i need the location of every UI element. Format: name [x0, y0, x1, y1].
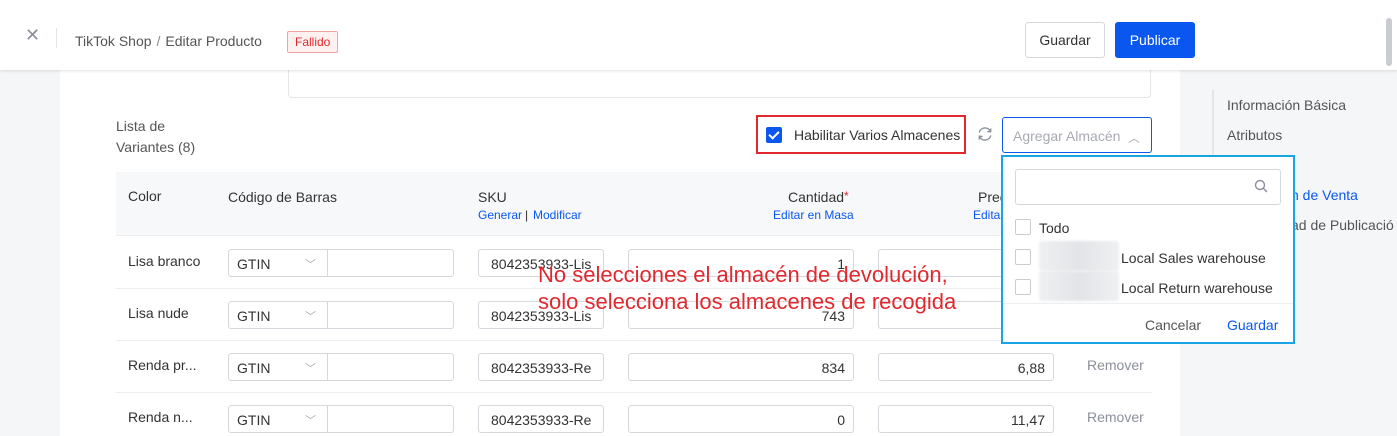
- annotation-text: No selecciones el almacén de devolución,…: [538, 261, 956, 315]
- barcode-type-value: GTIN: [237, 256, 271, 272]
- barcode-field[interactable]: GTIN ﹀: [228, 249, 454, 277]
- nav-item-publishing[interactable]: ad de Publicació: [1291, 217, 1394, 233]
- barcode-field[interactable]: GTIN ﹀: [228, 405, 454, 433]
- publish-button[interactable]: Publicar: [1115, 22, 1195, 58]
- quantity-input[interactable]: 0: [628, 405, 854, 433]
- top-bar: ✕ TikTok Shop / Editar Producto Fallido Gu…: [0, 0, 1397, 70]
- chevron-down-icon: ﹀: [305, 415, 316, 427]
- option-label: Local Sales warehouse: [1121, 250, 1266, 266]
- chevron-down-icon: ﹀: [305, 259, 316, 271]
- variant-color: Renda pr...: [128, 357, 197, 373]
- sku-input[interactable]: 8042353933-Re: [478, 353, 604, 381]
- sku-generate-link[interactable]: Generar: [478, 208, 522, 222]
- dropdown-footer: Cancelar Guardar: [1003, 303, 1293, 344]
- divider: [56, 28, 57, 48]
- option-label: Local Return warehouse: [1121, 280, 1273, 296]
- barcode-type-value: GTIN: [237, 360, 271, 376]
- remove-button[interactable]: Remover: [1087, 409, 1144, 425]
- nav-item-attributes[interactable]: Atributos: [1227, 127, 1282, 143]
- barcode-type-value: GTIN: [237, 308, 271, 324]
- multi-warehouse-label: Habilitar Varios Almacenes: [794, 127, 961, 143]
- col-quantity: Cantidad*: [788, 189, 849, 205]
- nav-item-basic-info[interactable]: Información Básica: [1227, 97, 1346, 113]
- breadcrumb-parent[interactable]: TikTok Shop: [75, 33, 152, 49]
- variant-color: Renda n...: [128, 409, 193, 425]
- checkbox[interactable]: [1015, 219, 1031, 235]
- refresh-icon[interactable]: [976, 125, 994, 143]
- chevron-up-icon: ︿: [1128, 131, 1141, 145]
- table-row: Renda pr... GTIN ﹀ 8042353933-Re 834 6,88…: [116, 341, 1152, 393]
- add-warehouse-placeholder: Agregar Almacén: [1013, 128, 1121, 144]
- breadcrumb-separator: /: [156, 33, 161, 49]
- checkbox[interactable]: [1015, 279, 1031, 295]
- scrollbar[interactable]: [1386, 18, 1392, 66]
- multi-warehouse-checkbox[interactable]: [766, 127, 782, 143]
- warehouse-search-input[interactable]: [1015, 169, 1281, 205]
- status-badge: Fallido: [287, 31, 339, 53]
- barcode-type-select[interactable]: GTIN ﹀: [229, 354, 328, 380]
- nav-item-sales[interactable]: n de Venta: [1291, 187, 1358, 203]
- chevron-down-icon: ﹀: [305, 363, 316, 375]
- annotation-line-1: No selecciones el almacén de devolución,: [538, 262, 948, 287]
- search-icon: [1254, 179, 1268, 193]
- option-label: Todo: [1039, 220, 1070, 236]
- previous-field-box: [288, 70, 1151, 98]
- price-input[interactable]: 11,47: [878, 405, 1054, 433]
- save-button[interactable]: Guardar: [1025, 22, 1105, 58]
- sku-modify-link[interactable]: Modificar: [533, 208, 582, 222]
- cancel-button[interactable]: Cancelar: [1145, 317, 1201, 333]
- barcode-field[interactable]: GTIN ﹀: [228, 353, 454, 381]
- multi-warehouse-toggle[interactable]: Habilitar Varios Almacenes: [756, 115, 966, 154]
- dropdown-save-button[interactable]: Guardar: [1227, 317, 1278, 333]
- variant-table-header: Color Código de Barras SKU Generar | Mod…: [116, 172, 1152, 236]
- col-sku: SKU: [478, 189, 507, 205]
- barcode-type-select[interactable]: GTIN ﹀: [229, 250, 328, 276]
- remove-button[interactable]: Remover: [1087, 357, 1144, 373]
- warehouse-dropdown: Todo Local Sales warehouse Local Return …: [1001, 155, 1295, 344]
- col-color: Color: [128, 188, 162, 204]
- checkbox[interactable]: [1015, 249, 1031, 265]
- chevron-down-icon: ﹀: [305, 311, 316, 323]
- col-quantity-label: Cantidad: [788, 189, 845, 205]
- variant-list-title: Lista de Variantes (8): [116, 118, 196, 155]
- quantity-input[interactable]: 834: [628, 353, 854, 381]
- add-warehouse-select[interactable]: Agregar Almacén ︿: [1002, 117, 1152, 153]
- breadcrumb: TikTok Shop / Editar Producto: [75, 33, 262, 49]
- close-icon[interactable]: ✕: [25, 26, 41, 44]
- redacted-image: [1039, 271, 1119, 301]
- barcode-type-select[interactable]: GTIN ﹀: [229, 406, 328, 432]
- breadcrumb-current: Editar Producto: [165, 33, 262, 49]
- price-bulk-edit-link[interactable]: Edita: [973, 208, 1000, 222]
- sku-input[interactable]: 8042353933-Re: [478, 405, 604, 433]
- table-row: Renda n... GTIN ﹀ 8042353933-Re 0 11,47 R…: [116, 393, 1152, 436]
- barcode-type-value: GTIN: [237, 412, 271, 428]
- price-input[interactable]: 6,88: [878, 353, 1054, 381]
- annotation-line-2: solo selecciona los almacenes de recogid…: [538, 289, 957, 314]
- col-barcode: Código de Barras: [228, 189, 337, 205]
- redacted-image: [1039, 241, 1119, 271]
- variant-color: Lisa branco: [128, 253, 201, 269]
- sku-link-separator: |: [525, 208, 529, 222]
- barcode-field[interactable]: GTIN ﹀: [228, 301, 454, 329]
- variant-color: Lisa nude: [128, 305, 189, 321]
- required-star: *: [844, 189, 849, 203]
- barcode-type-select[interactable]: GTIN ﹀: [229, 302, 328, 328]
- quantity-bulk-edit-link[interactable]: Editar en Masa: [773, 208, 854, 222]
